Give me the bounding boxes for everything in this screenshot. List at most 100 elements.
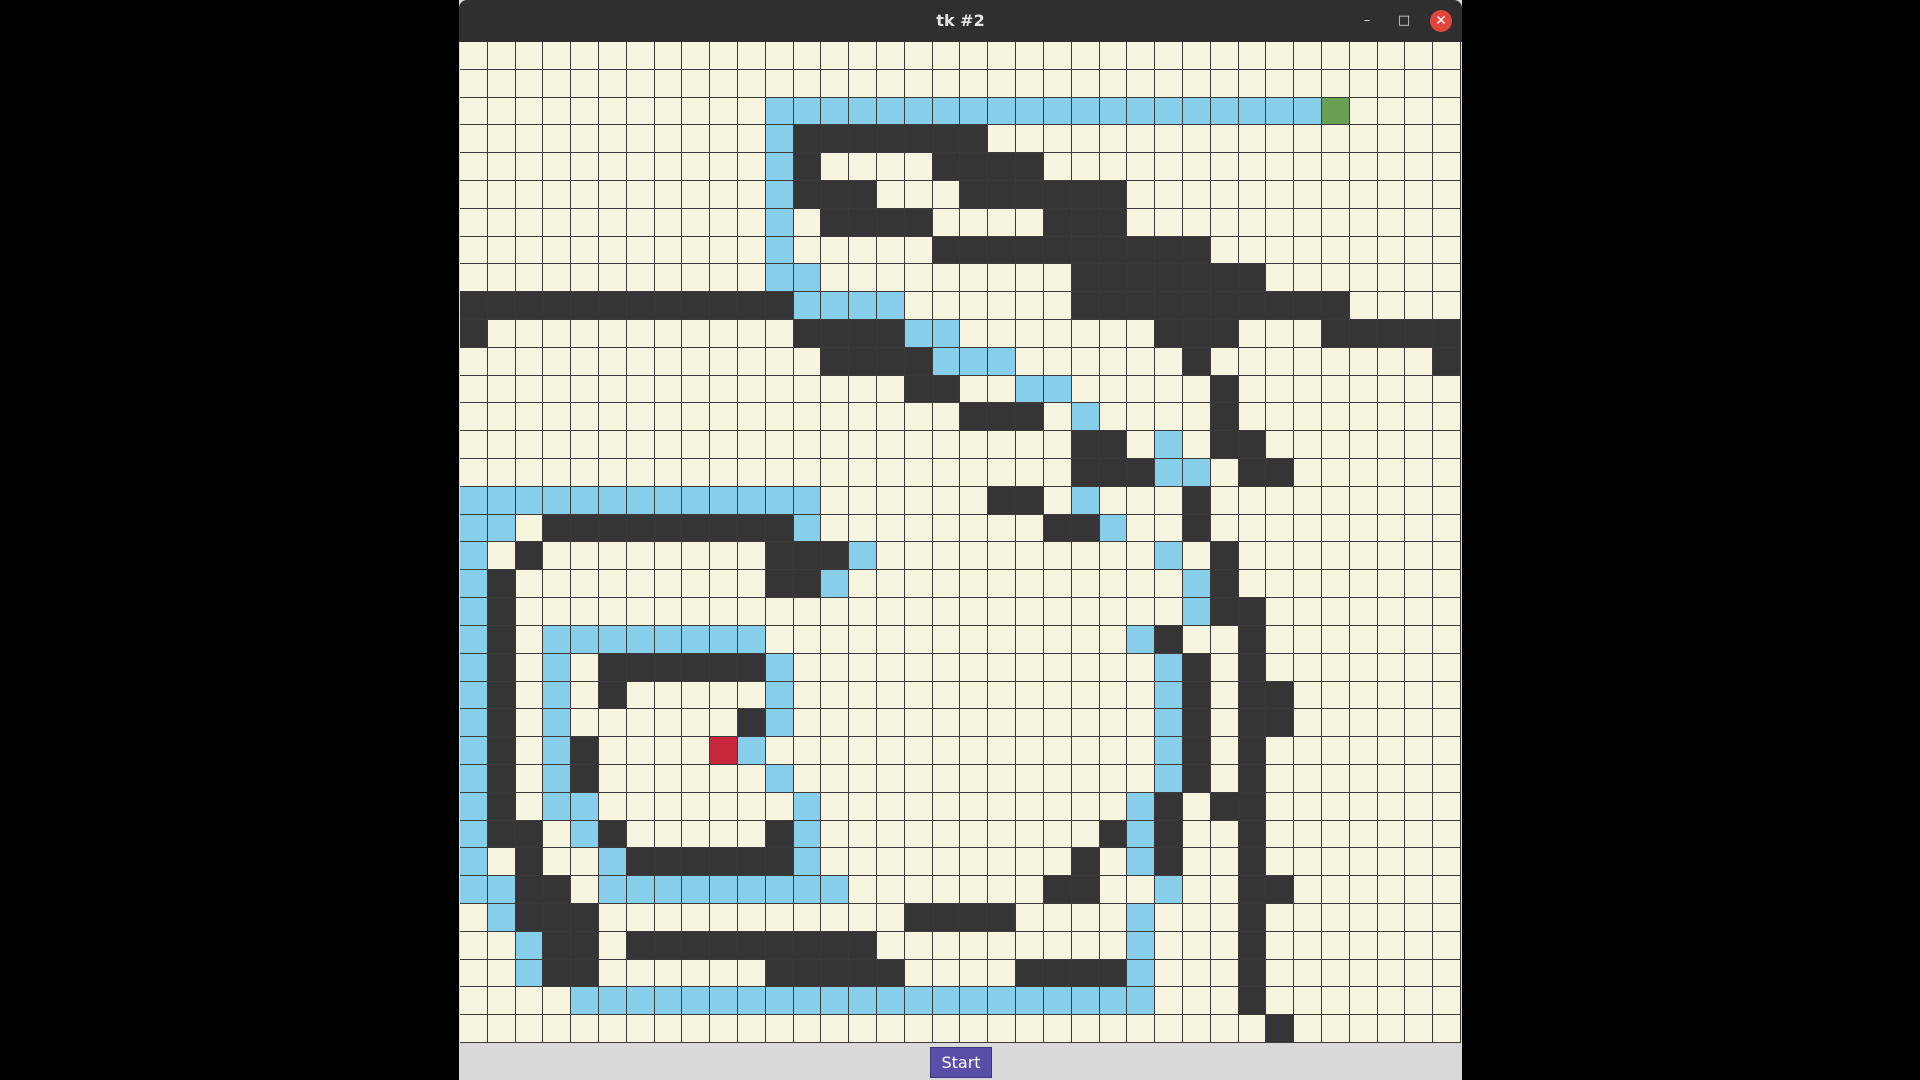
maze-cell-path[interactable] bbox=[1127, 848, 1156, 877]
maze-cell-empty[interactable] bbox=[1266, 625, 1295, 654]
maze-cell-path[interactable] bbox=[765, 264, 794, 293]
maze-cell-empty[interactable] bbox=[1182, 69, 1211, 98]
maze-cell-empty[interactable] bbox=[460, 97, 488, 126]
maze-cell-path[interactable] bbox=[460, 820, 488, 849]
maze-cell-wall[interactable] bbox=[1238, 876, 1267, 904]
maze-cell-wall[interactable] bbox=[1099, 236, 1128, 265]
maze-cell-empty[interactable] bbox=[1349, 542, 1378, 571]
maze-cell-wall[interactable] bbox=[571, 903, 600, 932]
maze-cell-empty[interactable] bbox=[1294, 653, 1322, 682]
maze-cell-empty[interactable] bbox=[1182, 987, 1211, 1016]
maze-cell-wall[interactable] bbox=[960, 403, 989, 432]
maze-cell-empty[interactable] bbox=[1043, 542, 1072, 571]
maze-cell-empty[interactable] bbox=[543, 848, 572, 877]
maze-cell-empty[interactable] bbox=[849, 681, 878, 710]
maze-cell-wall[interactable] bbox=[626, 514, 655, 543]
maze-cell-wall[interactable] bbox=[821, 125, 850, 154]
maze-cell-path[interactable] bbox=[1071, 486, 1100, 515]
maze-cell-wall[interactable] bbox=[1043, 959, 1072, 988]
maze-cell-empty[interactable] bbox=[1349, 125, 1378, 154]
maze-cell-empty[interactable] bbox=[1043, 653, 1072, 682]
maze-cell-empty[interactable] bbox=[599, 1015, 627, 1043]
maze-cell-path[interactable] bbox=[793, 486, 822, 515]
maze-cell-empty[interactable] bbox=[710, 125, 739, 154]
maze-cell-path[interactable] bbox=[960, 347, 989, 376]
maze-cell-wall[interactable] bbox=[599, 820, 627, 849]
maze-cell-empty[interactable] bbox=[877, 431, 905, 460]
maze-cell-empty[interactable] bbox=[543, 125, 572, 154]
maze-cell-empty[interactable] bbox=[515, 153, 544, 182]
maze-cell-empty[interactable] bbox=[1405, 848, 1434, 877]
maze-cell-wall[interactable] bbox=[821, 959, 850, 988]
maze-cell-path[interactable] bbox=[654, 625, 683, 654]
maze-cell-empty[interactable] bbox=[877, 876, 905, 904]
maze-cell-empty[interactable] bbox=[1127, 764, 1156, 793]
maze-cell-empty[interactable] bbox=[682, 347, 711, 376]
maze-cell-empty[interactable] bbox=[1155, 181, 1183, 209]
maze-cell-empty[interactable] bbox=[904, 876, 933, 904]
maze-cell-wall[interactable] bbox=[515, 292, 544, 321]
maze-cell-empty[interactable] bbox=[1294, 987, 1322, 1016]
maze-cell-empty[interactable] bbox=[599, 792, 627, 821]
maze-cell-wall[interactable] bbox=[1043, 208, 1072, 237]
maze-cell-empty[interactable] bbox=[1349, 514, 1378, 543]
maze-cell-empty[interactable] bbox=[1377, 181, 1406, 209]
maze-cell-empty[interactable] bbox=[460, 459, 488, 487]
maze-cell-empty[interactable] bbox=[1016, 681, 1044, 710]
maze-cell-empty[interactable] bbox=[904, 959, 933, 988]
maze-cell-empty[interactable] bbox=[793, 347, 822, 376]
maze-cell-empty[interactable] bbox=[821, 375, 850, 404]
maze-cell-empty[interactable] bbox=[738, 181, 766, 209]
maze-cell-empty[interactable] bbox=[932, 709, 961, 738]
maze-cell-empty[interactable] bbox=[821, 598, 850, 626]
maze-cell-wall[interactable] bbox=[1016, 153, 1044, 182]
maze-cell-empty[interactable] bbox=[793, 69, 822, 98]
maze-cell-wall[interactable] bbox=[932, 153, 961, 182]
maze-cell-empty[interactable] bbox=[1043, 403, 1072, 432]
maze-cell-wall[interactable] bbox=[1238, 931, 1267, 960]
maze-cell-empty[interactable] bbox=[487, 931, 516, 960]
maze-cell-empty[interactable] bbox=[1266, 820, 1295, 849]
maze-cell-empty[interactable] bbox=[487, 848, 516, 877]
maze-cell-empty[interactable] bbox=[793, 208, 822, 237]
maze-cell-empty[interactable] bbox=[1016, 903, 1044, 932]
maze-cell-empty[interactable] bbox=[738, 236, 766, 265]
maze-cell-empty[interactable] bbox=[1238, 153, 1267, 182]
maze-cell-empty[interactable] bbox=[1182, 403, 1211, 432]
maze-cell-wall[interactable] bbox=[904, 208, 933, 237]
maze-cell-empty[interactable] bbox=[1155, 987, 1183, 1016]
maze-cell-empty[interactable] bbox=[599, 42, 627, 70]
maze-cell-wall[interactable] bbox=[599, 292, 627, 321]
maze-cell-empty[interactable] bbox=[960, 820, 989, 849]
maze-cell-path[interactable] bbox=[543, 681, 572, 710]
maze-cell-empty[interactable] bbox=[1321, 1015, 1350, 1043]
maze-cell-path[interactable] bbox=[765, 709, 794, 738]
maze-cell-empty[interactable] bbox=[1377, 42, 1406, 70]
maze-cell-empty[interactable] bbox=[821, 709, 850, 738]
maze-cell-wall[interactable] bbox=[738, 709, 766, 738]
maze-cell-path[interactable] bbox=[793, 876, 822, 904]
maze-cell-wall[interactable] bbox=[1266, 681, 1295, 710]
maze-cell-wall[interactable] bbox=[487, 681, 516, 710]
maze-cell-empty[interactable] bbox=[1071, 792, 1100, 821]
maze-cell-empty[interactable] bbox=[626, 208, 655, 237]
maze-cell-empty[interactable] bbox=[682, 959, 711, 988]
maze-cell-wall[interactable] bbox=[738, 292, 766, 321]
maze-cell-wall[interactable] bbox=[765, 514, 794, 543]
maze-cell-empty[interactable] bbox=[960, 1015, 989, 1043]
maze-cell-empty[interactable] bbox=[1349, 459, 1378, 487]
maze-cell-path[interactable] bbox=[960, 987, 989, 1016]
maze-cell-path[interactable] bbox=[1210, 97, 1239, 126]
maze-cell-empty[interactable] bbox=[1349, 486, 1378, 515]
maze-cell-empty[interactable] bbox=[1210, 931, 1239, 960]
maze-cell-wall[interactable] bbox=[487, 709, 516, 738]
maze-cell-empty[interactable] bbox=[904, 264, 933, 293]
maze-cell-empty[interactable] bbox=[710, 153, 739, 182]
maze-cell-empty[interactable] bbox=[1210, 459, 1239, 487]
maze-cell-wall[interactable] bbox=[1155, 848, 1183, 877]
maze-cell-path[interactable] bbox=[599, 625, 627, 654]
maze-cell-empty[interactable] bbox=[626, 375, 655, 404]
maze-cell-empty[interactable] bbox=[487, 1015, 516, 1043]
maze-cell-empty[interactable] bbox=[571, 97, 600, 126]
maze-cell-empty[interactable] bbox=[988, 709, 1017, 738]
